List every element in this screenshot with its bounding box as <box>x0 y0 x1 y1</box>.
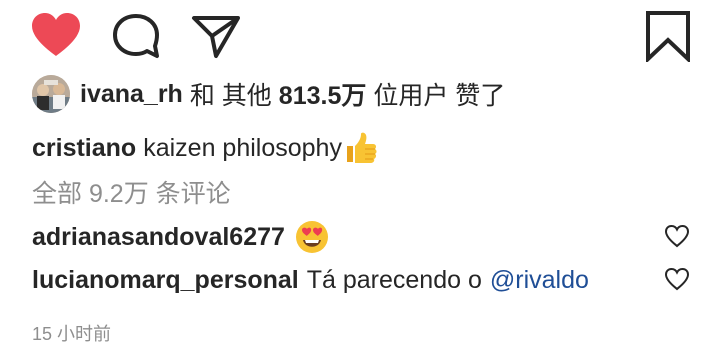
comment: lucianomarq_personal Tá parecendo o @riv… <box>32 261 589 299</box>
view-all-comments-link[interactable]: 全部 9.2万 条评论 <box>32 173 231 211</box>
comment-like-heart-icon[interactable] <box>664 267 690 291</box>
liker-username[interactable]: ivana_rh <box>80 80 183 109</box>
caption: cristiano kaizen philosophy <box>32 129 378 167</box>
caption-text: kaizen philosophy <box>143 133 342 162</box>
heart-eyes-emoji-icon <box>295 220 329 254</box>
share-icon[interactable] <box>190 12 242 60</box>
caption-username[interactable]: cristiano <box>32 134 136 163</box>
bookmark-icon[interactable] <box>645 10 691 62</box>
comment-like-heart-icon[interactable] <box>664 224 690 248</box>
likes-connector: 和 其他 <box>189 82 272 110</box>
likes-suffix: 位用户 赞了 <box>373 82 506 110</box>
comment-username[interactable]: adrianasandoval6277 <box>32 223 285 252</box>
post-timestamp: 15 小时前 <box>32 324 112 344</box>
avatar[interactable] <box>32 75 70 113</box>
comment-username[interactable]: lucianomarq_personal <box>32 266 299 295</box>
thumbs-up-icon <box>344 131 378 165</box>
heart-icon[interactable] <box>30 12 82 58</box>
comment-text: Tá parecendo o <box>306 265 482 294</box>
likes-count[interactable]: 813.5万 <box>279 76 367 112</box>
comment-icon[interactable] <box>110 12 162 60</box>
action-bar <box>0 0 720 72</box>
likes-summary[interactable]: ivana_rh 和 其他 813.5万 位用户 赞了 <box>32 74 505 114</box>
post-footer: ivana_rh 和 其他 813.5万 位用户 赞了 cristiano ka… <box>0 0 720 348</box>
comment: adrianasandoval6277 <box>32 218 329 256</box>
mention-link[interactable]: @rivaldo <box>490 266 589 295</box>
